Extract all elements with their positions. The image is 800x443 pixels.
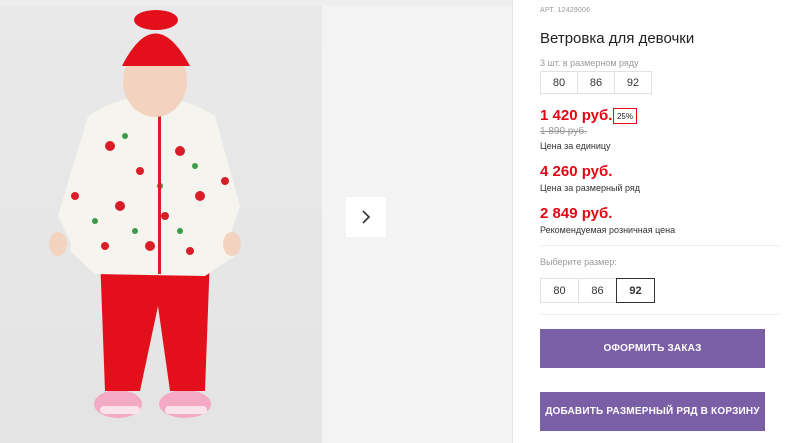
row-size-92: 92 bbox=[614, 71, 652, 94]
retail-price: 2 849 руб. bbox=[540, 205, 613, 222]
next-image-button[interactable] bbox=[346, 197, 386, 237]
add-row-to-cart-button[interactable]: Добавить размерный ряд в корзину bbox=[540, 392, 765, 431]
size-option-86[interactable]: 86 bbox=[578, 278, 617, 303]
size-row-note: 3 шт. в размерном ряду bbox=[540, 58, 639, 68]
product-photo[interactable] bbox=[0, 6, 322, 443]
row-size-86: 86 bbox=[577, 71, 615, 94]
section-divider bbox=[540, 245, 780, 246]
section-divider bbox=[540, 314, 780, 315]
row-size-80: 80 bbox=[540, 71, 578, 94]
row-price-caption: Цена за размерный ряд bbox=[540, 183, 641, 193]
old-price: 1 890 руб. bbox=[540, 126, 587, 137]
size-option-92[interactable]: 92 bbox=[616, 278, 655, 303]
discount-badge: 25% bbox=[613, 108, 637, 124]
size-option-80[interactable]: 80 bbox=[540, 278, 579, 303]
place-order-button[interactable]: Оформить заказ bbox=[540, 329, 765, 368]
size-selector: 80 86 92 bbox=[540, 278, 655, 303]
row-price: 4 260 руб. bbox=[540, 163, 613, 180]
child-photo-illustration bbox=[49, 10, 241, 418]
unit-price: 1 420 руб. bbox=[540, 107, 613, 124]
choose-size-label: Выберите размер: bbox=[540, 257, 617, 267]
size-row-list: 80 86 92 bbox=[540, 71, 652, 94]
article-number: АРТ. 12429006 bbox=[540, 7, 591, 14]
product-title: Ветровка для девочки bbox=[540, 30, 695, 47]
panel-divider bbox=[512, 0, 513, 443]
unit-price-caption: Цена за единицу bbox=[540, 141, 611, 151]
retail-price-caption: Рекомендуемая розничная цена bbox=[540, 225, 676, 235]
chevron-right-icon bbox=[362, 210, 371, 224]
product-gallery bbox=[0, 0, 512, 443]
